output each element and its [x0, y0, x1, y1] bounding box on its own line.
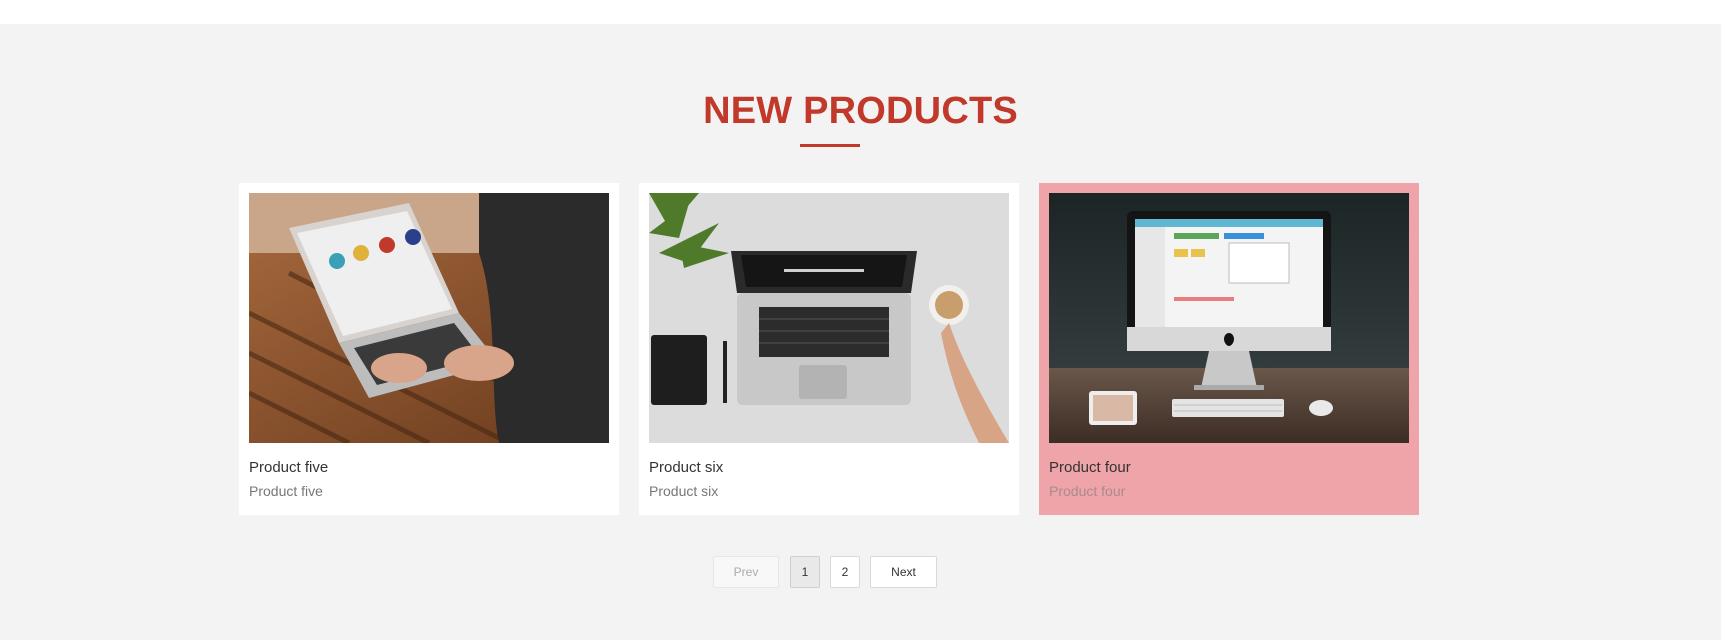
page-button-1[interactable]: 1 — [790, 556, 820, 588]
product-image[interactable] — [649, 193, 1009, 443]
product-title[interactable]: Product four — [1049, 459, 1131, 476]
page-button-2[interactable]: 2 — [830, 556, 860, 588]
product-subtitle: Product six — [649, 483, 719, 499]
section-heading: NEW PRODUCTS — [703, 90, 1018, 132]
product-card[interactable]: Product five Product five — [239, 183, 619, 515]
next-button[interactable]: Next — [870, 556, 937, 588]
new-products-section: NEW PRODUCTS Product five Product five P… — [0, 24, 1721, 640]
product-subtitle: Product five — [249, 483, 323, 499]
product-card[interactable]: Product six Product six — [639, 183, 1019, 515]
product-title[interactable]: Product six — [649, 459, 723, 476]
prev-button[interactable]: Prev — [713, 556, 779, 588]
product-image[interactable] — [1049, 193, 1409, 443]
product-title[interactable]: Product five — [249, 459, 328, 476]
heading-underline — [800, 144, 860, 147]
product-image[interactable] — [249, 193, 609, 443]
product-card-highlighted[interactable]: Product four Product four — [1039, 183, 1419, 515]
pagination: Prev 1 2 Next — [0, 556, 1721, 588]
product-subtitle: Product four — [1049, 483, 1126, 499]
